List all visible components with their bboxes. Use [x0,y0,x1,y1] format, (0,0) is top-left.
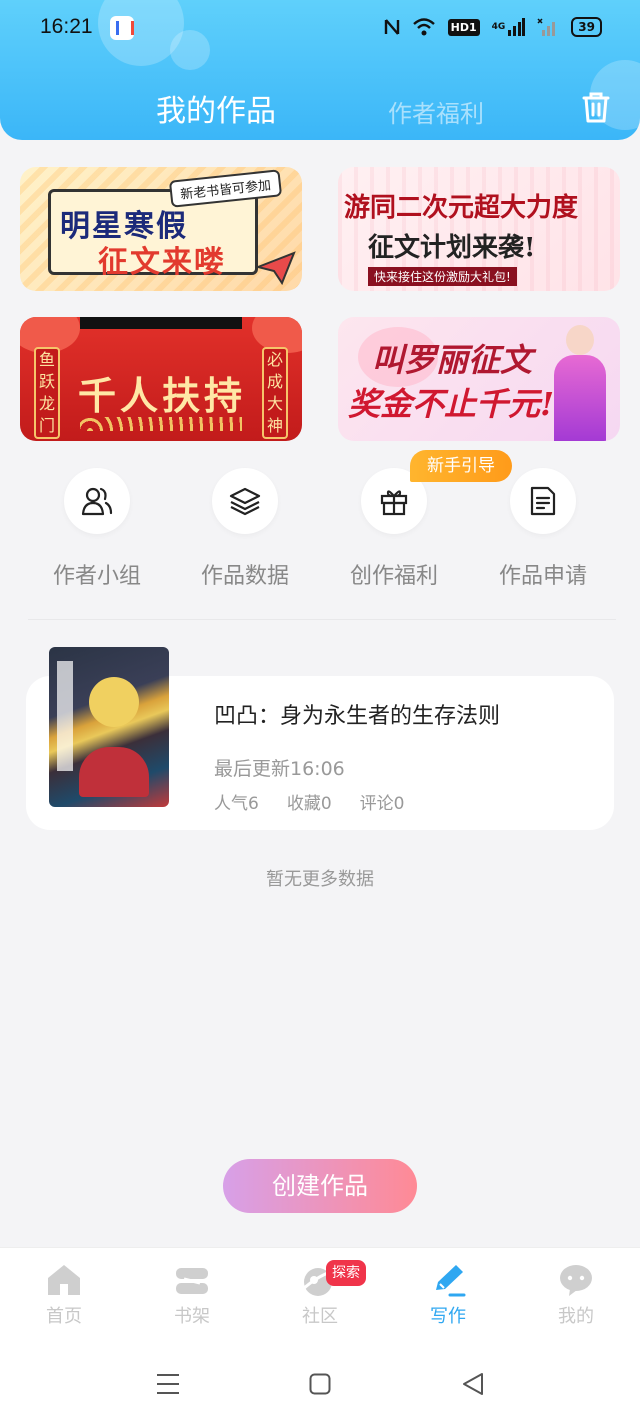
character-illustration [544,319,614,441]
wifi-icon [412,16,436,38]
trash-icon[interactable] [580,90,612,126]
tab-author-benefits[interactable]: 作者福利 [388,94,484,129]
nav-bookshelf[interactable]: 书架 [147,1262,237,1328]
layers-icon[interactable] [212,468,278,534]
banner-title: 游同二次元超大力度 [344,193,579,223]
header: 16:21 HD1 4G 39 我的作品 作者福利 [0,0,640,140]
banner-subtitle: 征文计划来袭! [368,233,536,263]
nfc-icon [384,16,400,38]
banner-couplet-right: 必成大神 [262,347,288,439]
nav-home[interactable]: 首页 [19,1262,109,1328]
signal-icon [537,16,559,38]
author-group-action[interactable]: 作者小组 [37,468,157,590]
newbie-guide-badge[interactable]: 新手引导 [410,450,512,482]
favorites-stat: 收藏0 [286,794,332,814]
creation-benefits-label: 创作福利 [349,564,438,589]
paper-plane-icon [256,251,296,285]
battery-icon: 39 [571,16,602,38]
status-time: 16:21 [40,15,93,38]
nav-community-label: 社区 [302,1306,338,1327]
works-data-action[interactable]: 作品数据 [185,468,305,590]
status-icons: HD1 4G 39 [384,16,602,38]
work-last-updated: 最后更新16:06 [214,758,345,780]
hd-label: HD1 [447,18,480,36]
explore-badge: 探索 [326,1260,366,1286]
banner-tag: 快来接住这份激励大礼包! [368,267,517,286]
home-icon[interactable] [44,1262,84,1300]
work-cover-image[interactable] [49,647,169,807]
banner-thousand-support[interactable]: 鱼跃龙门 必成大神 千人扶持 [20,317,302,441]
cover-title-strip [57,661,73,771]
banner-subtitle: 奖金不止千元! [348,385,555,423]
creation-benefits-action[interactable]: 创作福利 [334,468,454,590]
network-label: 4G [491,22,506,32]
tab-my-works[interactable]: 我的作品 [156,86,276,130]
banner-title: 叫罗丽征文 [372,341,533,379]
popularity-stat: 人气6 [214,794,259,814]
nav-write[interactable]: 写作 [403,1262,493,1328]
work-title[interactable]: 凹凸：身为永生者的生存法则 [214,698,500,730]
banner-anime-contest[interactable]: 游同二次元超大力度 征文计划来袭! 快来接住这份激励大礼包! [338,167,620,291]
banner-title: 千人扶持 [77,373,246,418]
people-icon[interactable] [64,468,130,534]
banner-top-band [80,317,242,329]
banner-star-winter-contest[interactable]: 新老书皆可参加 明星寒假 征文来喽 [20,167,302,291]
system-navigation-bar [0,1343,640,1423]
nav-write-label: 写作 [430,1306,466,1327]
write-icon[interactable] [428,1262,468,1300]
no-more-data-text: 暂无更多数据 [266,869,374,890]
cover-character [89,677,139,727]
battery-level: 39 [571,17,602,37]
bottom-nav: 首页 书架 社区 写作 我的 [0,1247,640,1343]
banner-couplet-left: 鱼跃龙门 [34,347,60,439]
work-application-label: 作品申请 [498,564,587,589]
hd-icon: HD1 [447,16,480,38]
app-notification-icon [110,16,134,40]
works-data-label: 作品数据 [200,564,289,589]
signal-4g-icon: 4G [492,16,526,38]
profile-icon[interactable] [556,1262,596,1300]
nav-bookshelf-label: 书架 [174,1306,210,1327]
work-stats: 人气6 收藏0 评论0 [214,789,404,814]
nav-profile-label: 我的 [558,1306,594,1327]
nav-profile[interactable]: 我的 [531,1262,621,1328]
cover-character [79,747,149,797]
home-square-icon[interactable] [309,1373,331,1399]
banner-yeluoli-contest[interactable]: 叫罗丽征文 奖金不止千元! [338,317,620,441]
menu-icon[interactable] [156,1373,180,1399]
work-application-action[interactable]: 作品申请 [483,468,603,590]
divider [28,619,616,620]
back-icon[interactable] [462,1372,484,1400]
create-work-button[interactable]: 创建作品 [223,1159,417,1213]
header-tabs: 我的作品 作者福利 [0,82,640,130]
document-icon[interactable] [510,468,576,534]
status-bar: 16:21 HD1 4G 39 [0,0,640,56]
comments-stat: 评论0 [359,794,405,814]
bookshelf-icon[interactable] [172,1262,212,1300]
banner-subtitle: 征文来喽 [98,245,226,280]
wave-decor [80,417,242,431]
nav-home-label: 首页 [46,1306,82,1327]
author-group-label: 作者小组 [52,564,141,589]
